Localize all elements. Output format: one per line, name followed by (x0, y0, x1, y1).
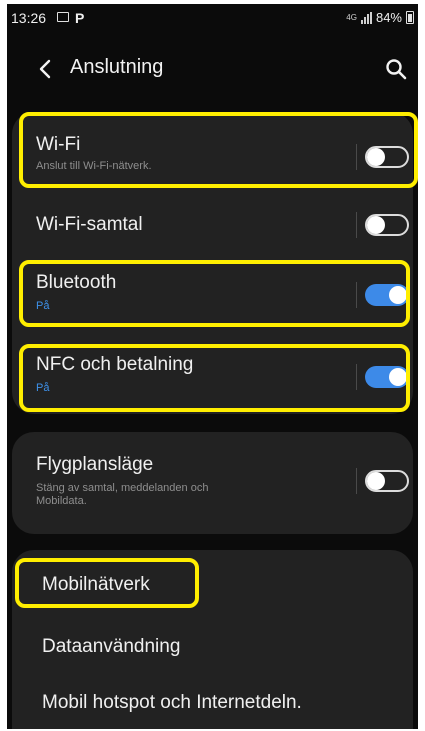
wifi-calling-title: Wi-Fi-samtal (36, 214, 143, 235)
toggle-knob (367, 472, 385, 490)
search-icon[interactable] (385, 58, 407, 80)
airplane-card: Flygplansläge Stäng av samtal, meddeland… (12, 432, 413, 534)
mobile-networks-highlight-box (15, 558, 199, 608)
airplane-mode-title: Flygplansläge (36, 454, 154, 475)
airplane-mode-subtitle-line2: Mobildata. (36, 495, 87, 507)
airplane-mode-toggle[interactable] (365, 470, 409, 492)
network-type-icon: 4G (346, 13, 357, 22)
status-bar: 13:26 P 4G 84% (7, 4, 418, 32)
status-extra-icon: P (75, 10, 85, 26)
back-arrow-icon[interactable] (37, 58, 53, 80)
gallery-notification-icon (57, 12, 69, 22)
battery-percent: 84% (375, 10, 402, 25)
airplane-mode-subtitle-line1: Stäng av samtal, meddelanden och (36, 482, 209, 494)
signal-strength-icon (360, 11, 372, 24)
hotspot-title: Mobil hotspot och Internetdeln. (42, 692, 302, 713)
wifi-highlight-box (19, 112, 418, 188)
nfc-highlight-box (19, 344, 410, 412)
data-usage-row[interactable]: Dataanvändning (12, 622, 413, 672)
row-divider (356, 212, 357, 238)
hotspot-row[interactable]: Mobil hotspot och Internetdeln. (12, 676, 413, 726)
airplane-mode-row[interactable]: Flygplansläge Stäng av samtal, meddeland… (12, 432, 413, 534)
row-divider (356, 468, 357, 494)
app-header: Anslutning (7, 44, 418, 94)
status-right-group: 4G 84% (346, 10, 414, 25)
toggle-knob (367, 216, 385, 234)
battery-icon (406, 11, 414, 24)
page-title: Anslutning (70, 56, 164, 78)
phone-screen: 13:26 P 4G 84% Anslutning Wi-Fi Anslut t… (7, 4, 418, 729)
status-time: 13:26 (11, 10, 47, 26)
data-usage-title: Dataanvändning (42, 636, 181, 657)
wifi-calling-toggle[interactable] (365, 214, 409, 236)
bluetooth-highlight-box (19, 260, 410, 327)
wifi-calling-row[interactable]: Wi-Fi-samtal (12, 196, 413, 252)
